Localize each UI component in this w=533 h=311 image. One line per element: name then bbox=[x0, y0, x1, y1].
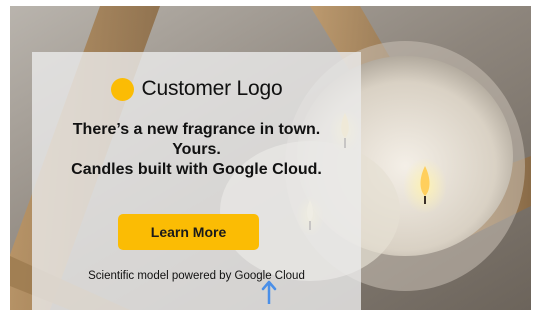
headline-line: Yours. bbox=[172, 141, 221, 158]
learn-more-button[interactable]: Learn More bbox=[118, 214, 259, 250]
logo-text: Customer Logo bbox=[141, 77, 283, 100]
ad-overlay-panel: Customer Logo There’s a new fragrance in… bbox=[32, 52, 361, 310]
arrow-up-cursor-icon bbox=[261, 280, 277, 304]
customer-logo: Customer Logo bbox=[32, 74, 361, 104]
logo-circle-icon bbox=[110, 77, 134, 101]
ad-banner: Customer Logo There’s a new fragrance in… bbox=[10, 6, 531, 310]
disclaimer-text: Scientific model powered by Google Cloud bbox=[88, 270, 305, 282]
headline: There’s a new fragrance in town. Yours. … bbox=[32, 120, 361, 180]
headline-line: Candles built with Google Cloud. bbox=[71, 161, 322, 178]
headline-line: There’s a new fragrance in town. bbox=[72, 121, 321, 138]
